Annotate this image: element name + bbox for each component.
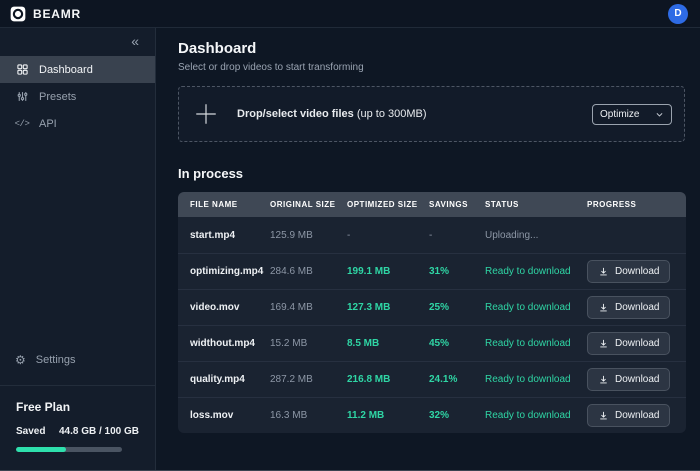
sidebar: « Dashboard <box>0 28 156 471</box>
plan-progress-track <box>16 447 122 452</box>
sidebar-nav: Dashboard Presets </> API <box>0 56 155 137</box>
cell-status: Ready to download <box>485 374 587 385</box>
cell-savings: 45% <box>429 338 485 349</box>
download-button[interactable]: Download <box>587 332 670 355</box>
optimize-select-value: Optimize <box>600 109 639 120</box>
col-file-name: File name <box>190 200 270 209</box>
user-avatar[interactable]: D <box>668 4 688 24</box>
sidebar-item-label: API <box>39 118 57 130</box>
cell-progress: Download <box>587 296 686 319</box>
sidebar-item-label: Presets <box>39 91 76 103</box>
cell-savings: 24.1% <box>429 374 485 385</box>
cell-original-size: 287.2 MB <box>270 374 347 385</box>
cell-original-size: 125.9 MB <box>270 230 347 241</box>
col-progress: Progress <box>587 200 686 209</box>
grid-icon <box>15 63 29 77</box>
cell-optimized-size: - <box>347 230 429 241</box>
cell-optimized-size: 216.8 MB <box>347 374 429 385</box>
gear-icon: ⚙ <box>15 354 26 366</box>
cell-optimized-size: 8.5 MB <box>347 338 429 349</box>
col-original-size: Original size <box>270 200 347 209</box>
cell-file-name: optimizing.mp4 <box>190 266 270 277</box>
settings-label: Settings <box>36 354 76 366</box>
sidebar-item-api[interactable]: </> API <box>0 110 155 137</box>
sidebar-item-label: Dashboard <box>39 64 93 76</box>
cell-file-name: video.mov <box>190 302 270 313</box>
sidebar-item-settings[interactable]: ⚙ Settings <box>0 345 155 375</box>
download-icon <box>598 266 609 277</box>
cell-savings: 25% <box>429 302 485 313</box>
col-status: Status <box>485 200 587 209</box>
file-dropzone[interactable]: Drop/select video files (up to 300MB) Op… <box>178 86 685 142</box>
code-icon: </> <box>15 117 29 131</box>
cell-file-name: widthout.mp4 <box>190 338 270 349</box>
page-title: Dashboard <box>178 40 685 57</box>
sidebar-collapse-icon[interactable]: « <box>131 34 139 48</box>
table-row: loss.mov 16.3 MB 11.2 MB 32% Ready to do… <box>178 397 686 433</box>
cell-file-name: start.mp4 <box>190 230 270 241</box>
cell-status: Ready to download <box>485 338 587 349</box>
table-body: start.mp4 125.9 MB - - Uploading... opti… <box>178 217 686 433</box>
process-table: File name Original size Optimized size S… <box>178 192 686 433</box>
cell-original-size: 16.3 MB <box>270 410 347 421</box>
cell-progress: Download <box>587 260 686 283</box>
col-optimized-size: Optimized size <box>347 200 429 209</box>
sidebar-item-dashboard[interactable]: Dashboard <box>0 56 155 83</box>
plus-icon <box>193 101 219 127</box>
sidebar-item-presets[interactable]: Presets <box>0 83 155 110</box>
download-button[interactable]: Download <box>587 296 670 319</box>
cell-savings: 31% <box>429 266 485 277</box>
table-row: widthout.mp4 15.2 MB 8.5 MB 45% Ready to… <box>178 325 686 361</box>
app-window: BEAMR D « Dashboard <box>0 0 700 471</box>
table-row: optimizing.mp4 284.6 MB 199.1 MB 31% Rea… <box>178 253 686 289</box>
cell-original-size: 284.6 MB <box>270 266 347 277</box>
optimize-select[interactable]: Optimize <box>592 104 672 125</box>
download-button[interactable]: Download <box>587 404 670 427</box>
download-icon <box>598 338 609 349</box>
page-subtitle: Select or drop videos to start transform… <box>178 62 685 73</box>
col-savings: Savings <box>429 200 485 209</box>
beamr-logo-icon <box>10 6 26 22</box>
plan-name: Free Plan <box>16 400 139 414</box>
table-row: quality.mp4 287.2 MB 216.8 MB 24.1% Read… <box>178 361 686 397</box>
cell-status: Uploading... <box>485 230 587 241</box>
cell-progress: Download <box>587 404 686 427</box>
chevron-down-icon <box>655 110 664 119</box>
cell-progress: Download <box>587 332 686 355</box>
cell-status: Ready to download <box>485 410 587 421</box>
plan-saved-value: 44.8 GB / 100 GB <box>59 426 139 437</box>
download-icon <box>598 374 609 385</box>
cell-original-size: 169.4 MB <box>270 302 347 313</box>
cell-file-name: loss.mov <box>190 410 270 421</box>
cell-status: Ready to download <box>485 266 587 277</box>
table-row: video.mov 169.4 MB 127.3 MB 25% Ready to… <box>178 289 686 325</box>
in-process-title: In process <box>178 166 685 181</box>
download-button[interactable]: Download <box>587 368 670 391</box>
cell-status: Ready to download <box>485 302 587 313</box>
cell-file-name: quality.mp4 <box>190 374 270 385</box>
cell-savings: 32% <box>429 410 485 421</box>
plan-saved-label: Saved <box>16 426 45 437</box>
cell-optimized-size: 11.2 MB <box>347 410 429 421</box>
plan-panel: Free Plan Saved 44.8 GB / 100 GB <box>0 385 155 471</box>
brand-name: BEAMR <box>33 7 81 21</box>
brand: BEAMR <box>10 6 81 22</box>
sliders-icon <box>15 90 29 104</box>
main-content: Dashboard Select or drop videos to start… <box>156 28 700 471</box>
cell-optimized-size: 127.3 MB <box>347 302 429 313</box>
table-header-row: File name Original size Optimized size S… <box>178 192 686 217</box>
table-row: start.mp4 125.9 MB - - Uploading... <box>178 217 686 253</box>
plan-progress-fill <box>16 447 66 452</box>
cell-savings: - <box>429 230 485 241</box>
dropzone-label: Drop/select video files (up to 300MB) <box>237 108 427 120</box>
download-icon <box>598 302 609 313</box>
cell-optimized-size: 199.1 MB <box>347 266 429 277</box>
download-icon <box>598 410 609 421</box>
cell-original-size: 15.2 MB <box>270 338 347 349</box>
top-bar: BEAMR D <box>0 0 700 28</box>
download-button[interactable]: Download <box>587 260 670 283</box>
cell-progress: Download <box>587 368 686 391</box>
